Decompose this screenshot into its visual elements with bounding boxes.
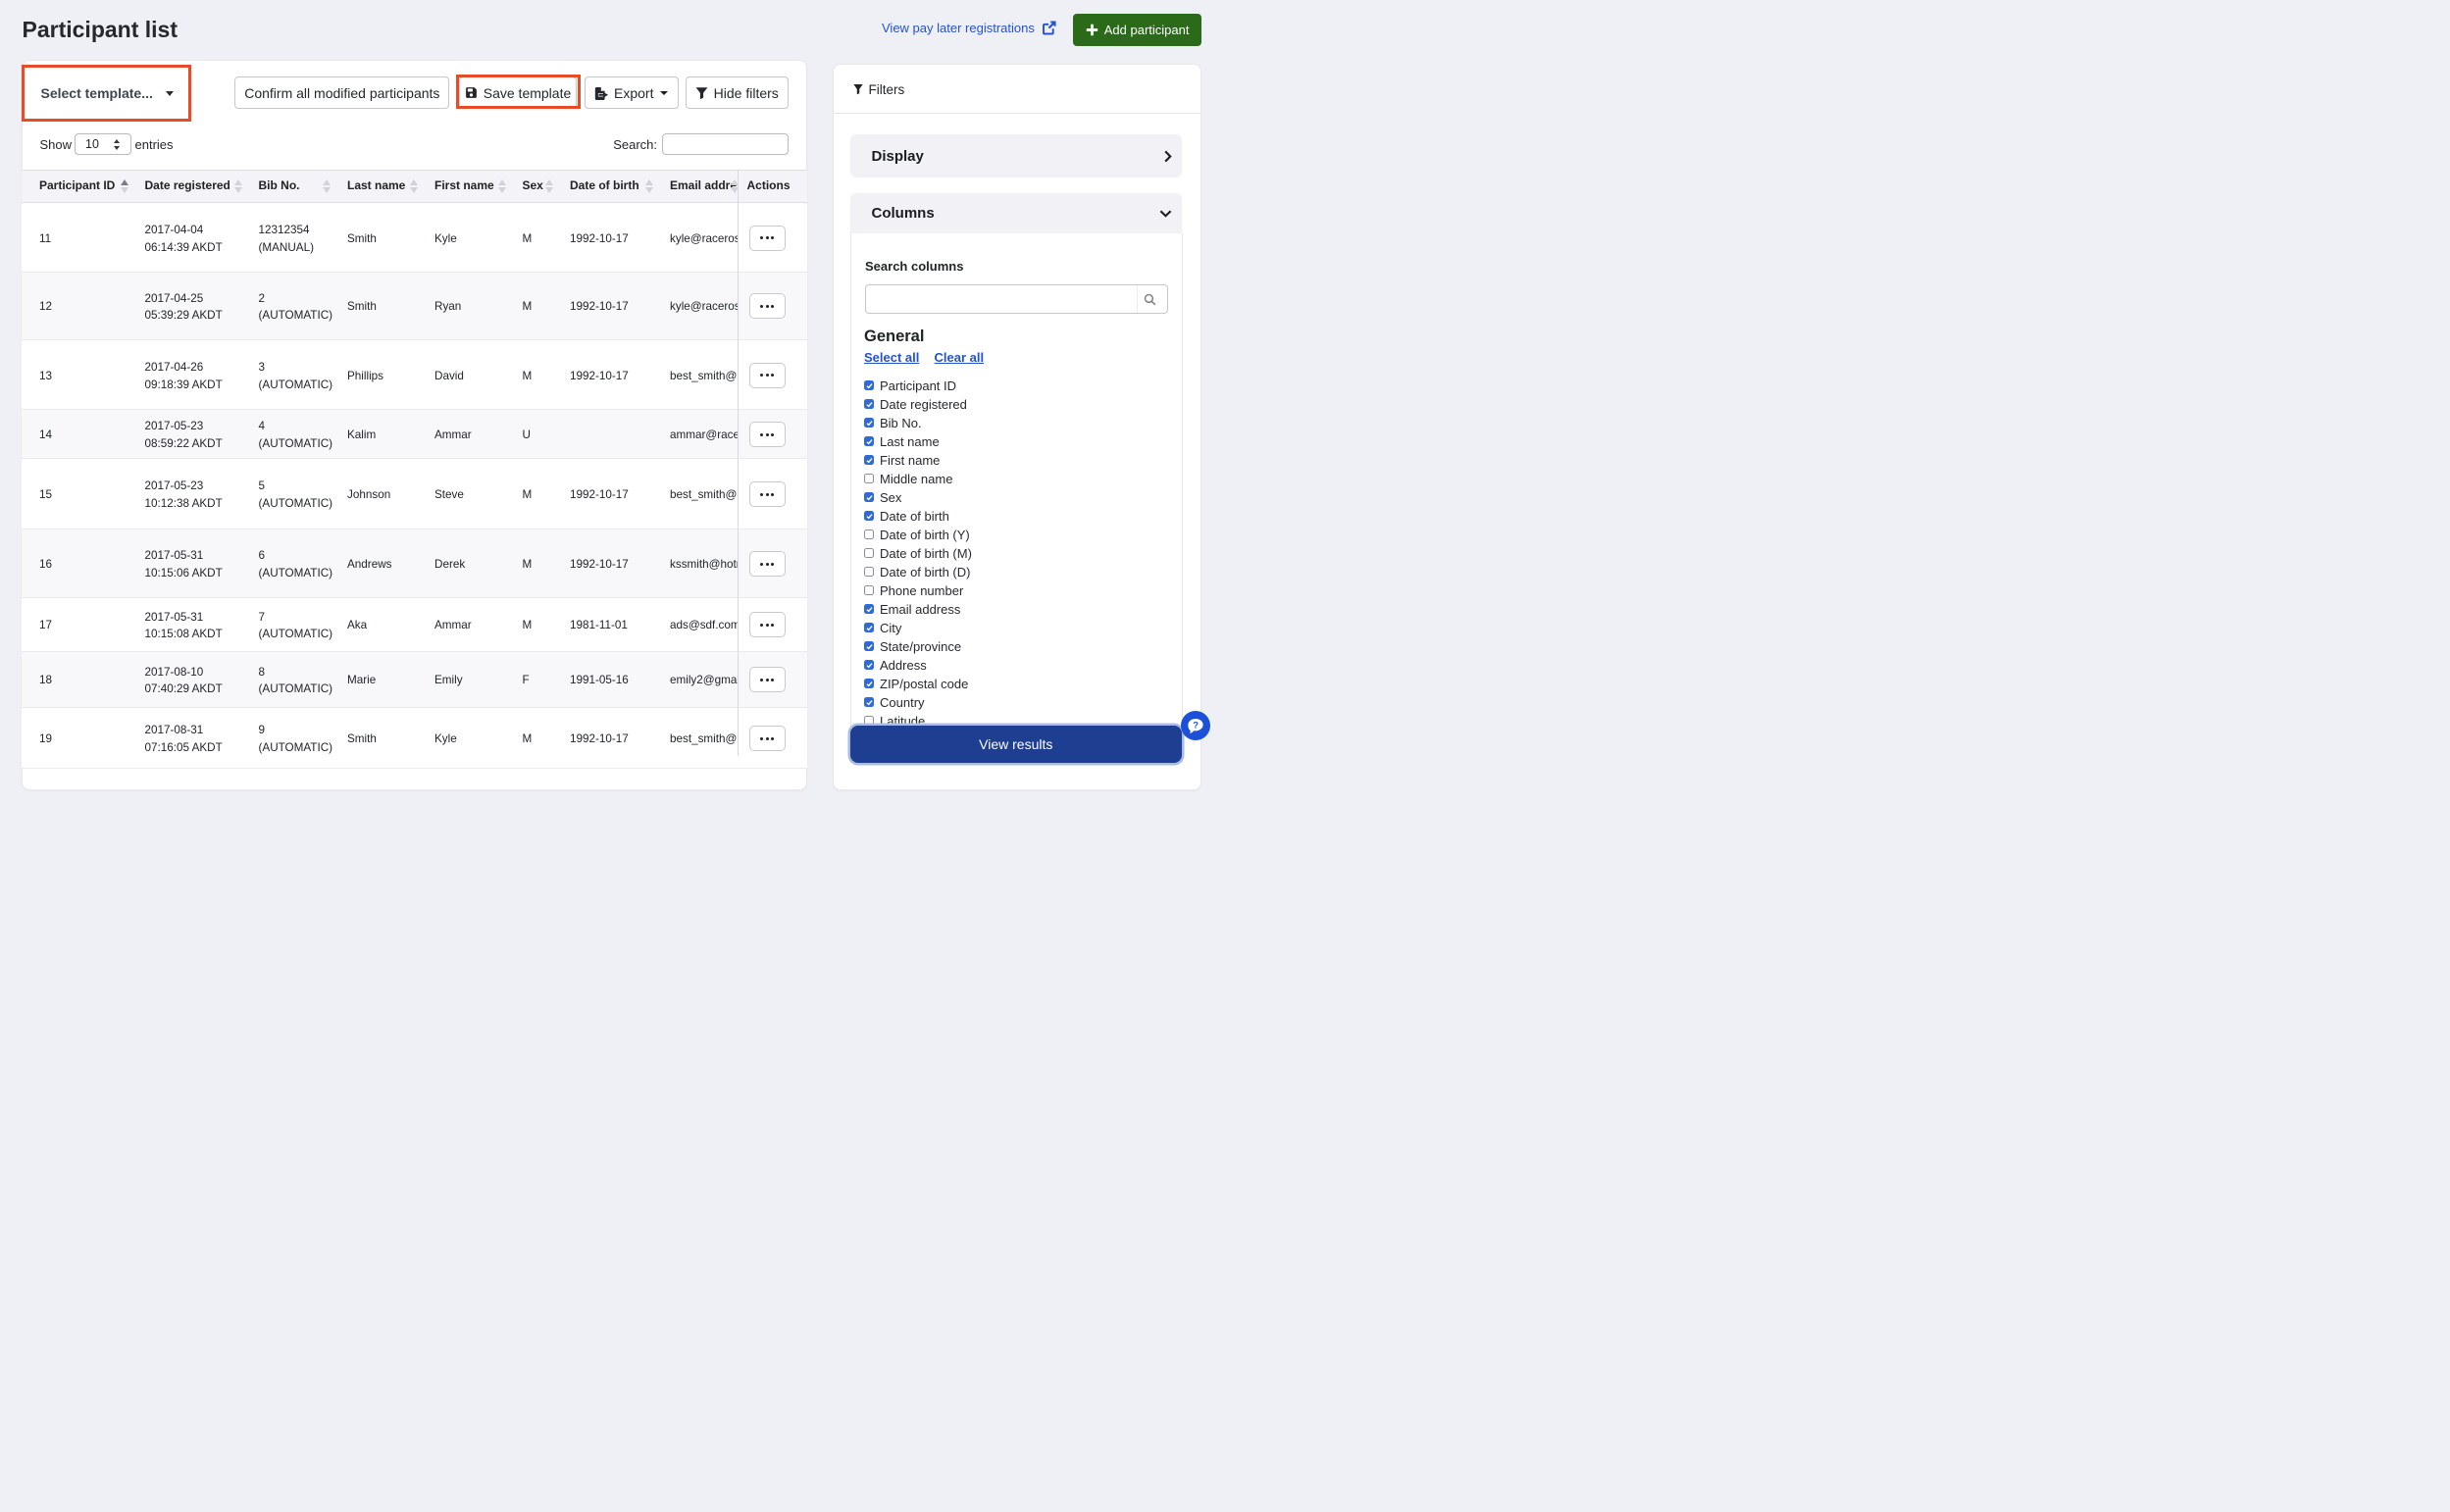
svg-text:?: ? <box>1193 720 1199 731</box>
